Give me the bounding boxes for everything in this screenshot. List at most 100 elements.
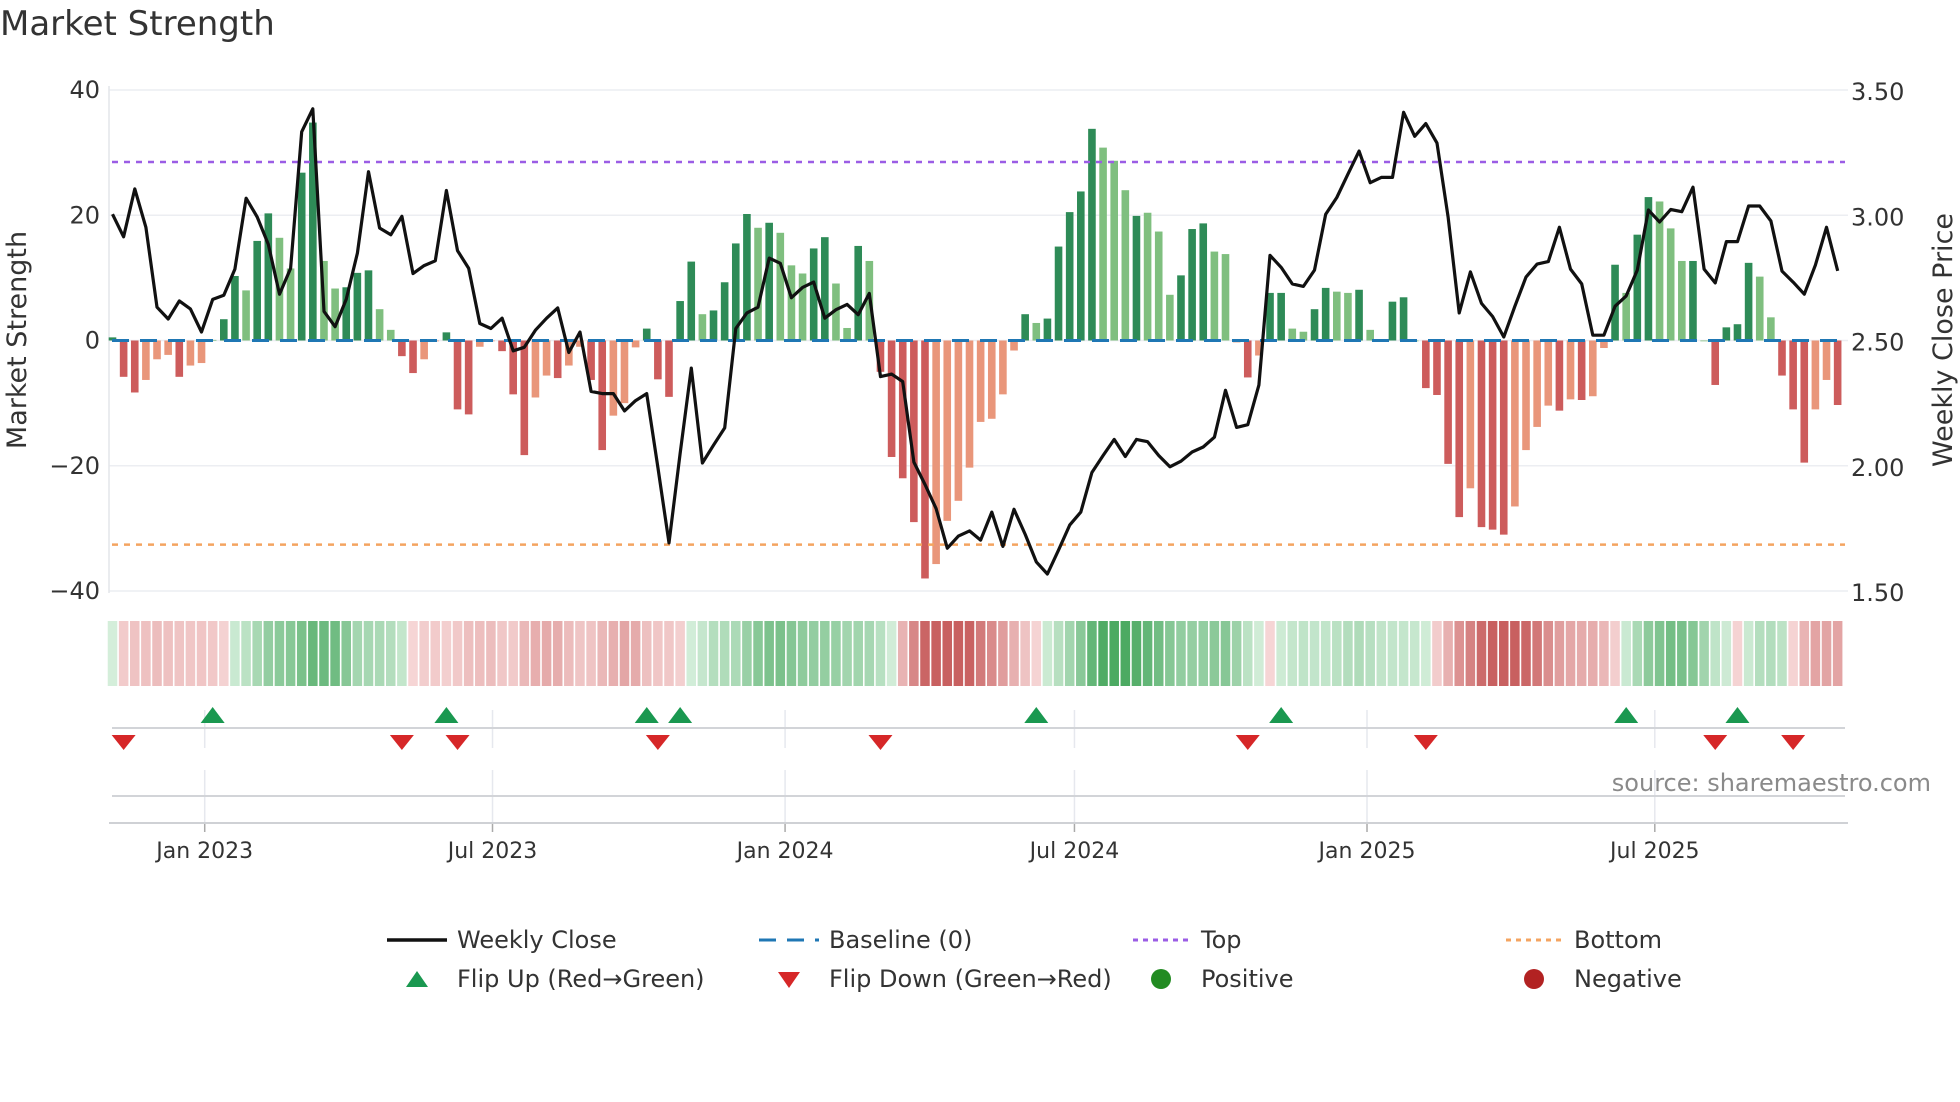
bar-negative <box>186 340 195 366</box>
bar-negative <box>1822 340 1831 380</box>
bar-positive <box>687 261 696 341</box>
heat-cell-positive <box>775 621 786 686</box>
bar-positive <box>743 213 751 341</box>
flip-down-marker <box>1413 735 1438 750</box>
heat-cell-positive <box>1365 621 1375 686</box>
x-tick-label: Jul 2024 <box>1028 839 1120 864</box>
heat-cell-negative <box>1821 621 1832 686</box>
heat-cell-positive <box>1231 621 1242 686</box>
bar-positive <box>843 327 851 341</box>
heat-cell-negative <box>1610 621 1620 686</box>
flip-up-marker <box>1725 707 1750 723</box>
y-tick-label-right: 2.50 <box>1851 329 1904 357</box>
dashed-line-icon <box>759 925 819 955</box>
heat-cell-negative <box>1476 621 1487 686</box>
heat-cell-positive <box>1298 621 1309 686</box>
heat-cell-positive <box>1421 621 1431 686</box>
heat-cell-negative <box>1009 621 1019 686</box>
bar-negative <box>153 340 161 360</box>
bar-positive <box>1689 260 1697 341</box>
strength-bars <box>108 122 1842 579</box>
heat-cell-positive <box>308 621 318 686</box>
heat-cell-negative <box>1576 621 1587 686</box>
green-circle-icon <box>1131 964 1191 994</box>
heat-cell-positive <box>1053 621 1064 686</box>
bar-negative <box>932 340 940 565</box>
legend-label: Baseline (0) <box>829 926 973 954</box>
bar-positive <box>1021 314 1029 341</box>
bar-positive <box>1277 292 1285 341</box>
heat-cell-positive <box>1153 621 1164 686</box>
bar-negative <box>1577 340 1586 400</box>
bar-negative <box>409 340 417 374</box>
heat-cell-negative <box>174 621 185 686</box>
heat-cell-negative <box>1732 621 1743 686</box>
dotted-line-icon <box>1504 925 1564 955</box>
bar-positive <box>1166 294 1174 341</box>
bar-negative <box>1444 340 1452 464</box>
y-tick-label-left: 0 <box>85 327 100 355</box>
legend-label: Bottom <box>1574 926 1663 954</box>
heat-cell-negative <box>597 621 607 686</box>
bar-negative <box>598 340 607 451</box>
bar-negative <box>887 340 896 457</box>
bar-negative <box>1544 340 1553 406</box>
bar-positive <box>1388 301 1397 341</box>
heat-cell-negative <box>207 621 218 686</box>
bar-negative <box>119 340 128 377</box>
bar-positive <box>1099 147 1107 341</box>
bar-negative <box>999 340 1007 395</box>
x-tick-label: Jul 2023 <box>446 839 538 864</box>
heat-cell-negative <box>530 621 541 686</box>
heat-cell-negative <box>463 621 474 686</box>
heat-cell-negative <box>1832 621 1843 686</box>
legend-bottom: Bottom <box>1504 925 1662 955</box>
heat-cell-positive <box>1131 621 1142 686</box>
bar-positive <box>1132 215 1141 341</box>
heat-cell-negative <box>909 621 919 686</box>
flip-down-marker <box>111 735 136 750</box>
heat-cell-positive <box>107 621 118 686</box>
heat-cell-positive <box>1632 621 1643 686</box>
heat-cell-positive <box>241 621 251 686</box>
heat-cell-negative <box>430 621 441 686</box>
heat-cell-negative <box>897 621 908 686</box>
bar-negative <box>1422 340 1430 389</box>
heat-cell-negative <box>1465 621 1476 686</box>
bar-positive <box>709 310 718 341</box>
heat-cell-negative <box>541 621 552 686</box>
bar-positive <box>364 270 373 341</box>
heat-cell-positive <box>397 621 407 686</box>
bar-negative <box>954 340 963 501</box>
market-strength-chart: 40 3.50 20 3.00 0 2.50 −20 2.00 −40 1.50 Market St… <box>2 76 1959 864</box>
bar-positive <box>698 314 707 341</box>
heat-cell-negative <box>1599 621 1609 686</box>
bar-positive <box>1043 318 1052 341</box>
y-tick-label-left: 20 <box>69 201 100 229</box>
source-attribution: source: sharemaestro.com <box>1611 769 1931 797</box>
heat-cell-negative <box>630 621 641 686</box>
heat-cell-positive <box>719 621 730 686</box>
bar-positive <box>386 329 395 341</box>
flip-down-marker <box>868 735 893 750</box>
bar-positive <box>787 265 796 341</box>
heat-cell-positive <box>1754 621 1765 686</box>
heat-cell-negative <box>152 621 162 686</box>
heat-cell-positive <box>319 621 329 686</box>
heat-cell-positive <box>1109 621 1119 686</box>
heat-cell-positive <box>1098 621 1108 686</box>
x-tick-label: Jan 2025 <box>1317 839 1416 864</box>
bar-negative <box>498 340 506 352</box>
legend-flip-up: Flip Up (Red→Green) <box>387 964 705 994</box>
bar-negative <box>464 340 473 415</box>
heat-cell-positive <box>1766 621 1776 686</box>
bar-positive <box>1065 212 1074 341</box>
heat-cell-negative <box>1543 621 1554 686</box>
heat-cell-negative <box>196 621 207 686</box>
bar-negative <box>1455 340 1464 518</box>
bar-positive <box>220 319 228 341</box>
bar-positive <box>642 328 651 341</box>
bar-positive <box>1700 340 1708 342</box>
heat-cell-positive <box>1688 621 1698 686</box>
heat-cell-positive <box>686 621 697 686</box>
